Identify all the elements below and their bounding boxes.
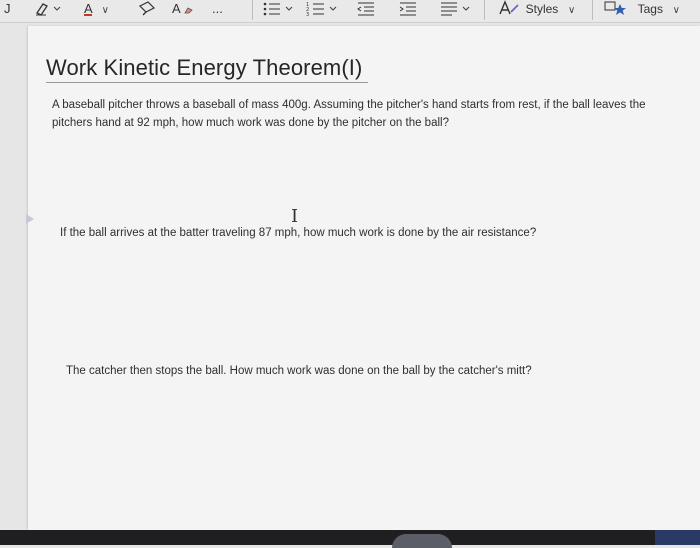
page-title: Work Kinetic Energy Theorem(I): [46, 54, 369, 83]
question-2: If the ball arrives at the batter travel…: [60, 227, 537, 239]
font-color-icon: A: [84, 1, 92, 16]
toolbar-divider: [252, 0, 253, 20]
format-painter-icon: [138, 1, 156, 16]
toolbar-divider: [484, 0, 485, 20]
styles-icon: [499, 0, 519, 15]
decrease-indent-button[interactable]: [356, 0, 376, 18]
format-painter-button[interactable]: [138, 0, 156, 18]
styles-button[interactable]: Styles ∨: [498, 0, 575, 18]
toolbar-left-glyph: J: [4, 1, 11, 16]
eraser-icon: [183, 7, 193, 14]
font-color-button[interactable]: A ∨: [84, 0, 109, 18]
tags-label: Tags: [637, 2, 663, 16]
numbering-icon: 1 2 3: [306, 2, 337, 16]
highlighter-icon: [36, 3, 61, 16]
taskbar-corner: [655, 530, 700, 545]
clear-formatting-button[interactable]: A: [172, 0, 193, 18]
question-1: A baseball pitcher throws a baseball of …: [52, 99, 646, 129]
ribbon-toolbar: J A ∨ A ... 1 2 3 Styles ∨ Tags ∨: [0, 0, 700, 23]
chevron-down-icon: ∨: [567, 5, 576, 16]
increase-indent-icon: [399, 2, 416, 16]
chevron-down-icon: ∨: [101, 5, 109, 16]
taskbar-strip: [0, 530, 700, 548]
decrease-indent-icon: [357, 2, 374, 16]
taskbar-glow: [392, 534, 452, 548]
highlighter-button[interactable]: [34, 0, 64, 18]
align-button[interactable]: [440, 0, 474, 18]
increase-indent-button[interactable]: [398, 0, 418, 18]
bullets-button[interactable]: [262, 0, 296, 18]
clear-formatting-icon: A: [172, 1, 180, 16]
tags-button[interactable]: Tags ∨: [604, 0, 680, 18]
chevron-down-icon: ∨: [672, 5, 680, 16]
document-page[interactable]: Work Kinetic Energy Theorem(I) A basebal…: [28, 26, 700, 530]
align-icon: [441, 2, 470, 16]
styles-label: Styles: [525, 2, 559, 16]
text-cursor-icon: I: [291, 206, 299, 227]
more-button[interactable]: ...: [212, 0, 223, 18]
paragraph-marker-icon[interactable]: [26, 214, 34, 224]
question-3: The catcher then stops the ball. How muc…: [66, 365, 532, 377]
numbering-button[interactable]: 1 2 3: [306, 0, 340, 18]
tags-icon: [604, 1, 626, 15]
bullets-icon: [263, 2, 293, 16]
toolbar-divider: [592, 0, 593, 20]
svg-text:3: 3: [306, 12, 309, 16]
